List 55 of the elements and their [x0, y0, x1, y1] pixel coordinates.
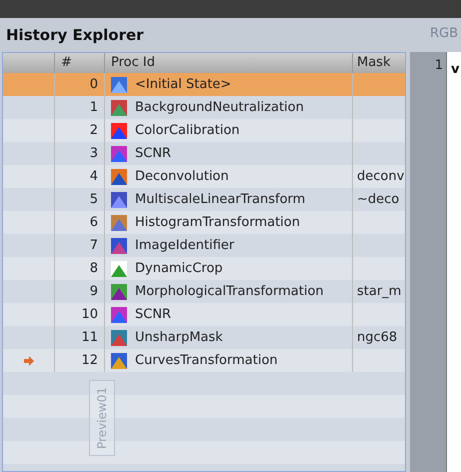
process-name: UnsharpMask: [135, 328, 223, 347]
column-header[interactable]: Mask: [353, 53, 405, 73]
side-number: 1: [434, 57, 443, 75]
process-icon: [111, 284, 127, 300]
process-icon: [111, 146, 127, 162]
process-name: <Initial State>: [135, 76, 232, 94]
history-row[interactable]: 6 HistogramTransformation: [3, 211, 405, 234]
row-number: 6: [90, 214, 98, 232]
process-icon: [111, 352, 127, 368]
process-name: MorphologicalTransformation: [135, 282, 324, 301]
row-number: 1: [90, 98, 98, 117]
row-number: 2: [90, 122, 98, 140]
process-name: ColorCalibration: [135, 122, 240, 140]
mask-name: deconv: [357, 168, 404, 186]
history-row[interactable]: 2 ColorCalibration: [3, 119, 405, 142]
process-name: SCNR: [135, 144, 172, 163]
row-number: 7: [90, 236, 98, 255]
mask-name: star_m: [357, 282, 402, 301]
process-icon: [111, 192, 127, 208]
history-row[interactable]: 0 <Initial State>: [3, 73, 405, 96]
row-number: 8: [90, 260, 98, 278]
row-number: 10: [81, 306, 98, 324]
process-icon: [111, 100, 127, 116]
mask-name: ~deco: [357, 190, 400, 209]
history-row[interactable]: 12 CurvesTransformation: [3, 349, 405, 372]
process-name: HistogramTransformation: [135, 214, 300, 232]
history-row[interactable]: 4 Deconvolution deconv: [3, 165, 405, 188]
process-icon: [111, 122, 127, 138]
row-number: 4: [90, 168, 98, 186]
row-number: 9: [90, 282, 98, 301]
process-icon: [111, 238, 127, 254]
process-icon: [111, 306, 127, 322]
process-name: CurvesTransformation: [135, 352, 278, 370]
process-name: MultiscaleLinearTransform: [135, 190, 306, 209]
row-number: 11: [81, 328, 98, 347]
process-icon: [111, 76, 127, 92]
row-number: 3: [90, 144, 98, 163]
history-row[interactable]: 10 SCNR: [3, 303, 405, 326]
mask-name: ngc68: [357, 328, 398, 347]
row-number: 5: [90, 190, 98, 209]
row-number: 0: [90, 76, 98, 94]
process-name: DynamicCrop: [135, 260, 223, 278]
history-row[interactable]: 8 DynamicCrop: [3, 257, 405, 280]
process-name: BackgroundNeutralization: [135, 98, 304, 117]
process-name: ImageIdentifier: [135, 236, 234, 255]
side-text: v: [451, 62, 460, 77]
panel-title: History Explorer: [6, 24, 144, 46]
row-number: 12: [81, 352, 98, 370]
process-icon: [111, 260, 127, 276]
process-name: SCNR: [135, 306, 172, 324]
process-icon: [111, 168, 127, 184]
process-icon: [111, 330, 127, 346]
image-label: RGB: [430, 25, 458, 43]
process-name: Deconvolution: [135, 168, 229, 186]
process-icon: [111, 214, 127, 230]
